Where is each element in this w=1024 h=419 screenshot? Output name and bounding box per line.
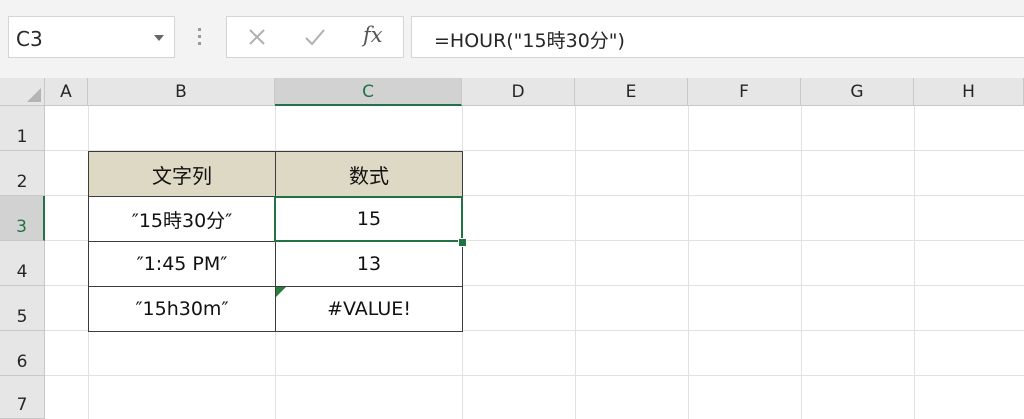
cell-c2[interactable]: 数式: [275, 151, 463, 197]
row-number: 4: [16, 262, 28, 282]
formula-toolbar: C3 fx =HOUR("15時30分"): [0, 0, 1024, 78]
row-header-2[interactable]: 2: [0, 151, 45, 196]
insert-function-button[interactable]: fx: [363, 23, 383, 47]
error-indicator-icon[interactable]: [276, 287, 286, 297]
drag-handle-icon[interactable]: [198, 28, 202, 50]
gridline: [801, 106, 802, 419]
formula-input[interactable]: =HOUR("15時30分"): [434, 26, 625, 53]
column-header-d[interactable]: D: [462, 78, 575, 106]
cell-c5[interactable]: #VALUE!: [275, 286, 463, 332]
name-box-value: C3: [16, 27, 43, 51]
gridline: [575, 106, 576, 419]
column-header-g[interactable]: G: [801, 78, 914, 106]
column-header-c[interactable]: C: [275, 78, 462, 106]
row-number: 3: [16, 217, 27, 237]
row-header-4[interactable]: 4: [0, 241, 45, 286]
row-header-6[interactable]: 6: [0, 331, 45, 376]
check-icon: [305, 29, 325, 46]
cell-c4[interactable]: 13: [275, 241, 463, 287]
gridline: [688, 106, 689, 419]
cancel-button[interactable]: [235, 17, 279, 57]
cell-b2[interactable]: 文字列: [88, 151, 276, 197]
column-header-b[interactable]: B: [88, 78, 275, 106]
row-number: 5: [16, 307, 28, 327]
row-header-5[interactable]: 5: [0, 286, 45, 331]
row-header-3[interactable]: 3: [0, 196, 45, 241]
row-number: 1: [16, 127, 28, 147]
fill-handle[interactable]: [458, 238, 467, 247]
row-header-7[interactable]: 7: [0, 376, 45, 419]
chevron-down-icon[interactable]: [154, 35, 164, 41]
gridline: [914, 106, 915, 419]
select-all-icon: [27, 88, 41, 102]
enter-button[interactable]: [293, 17, 337, 57]
close-icon: [249, 29, 265, 45]
row-header-1[interactable]: 1: [0, 106, 45, 151]
active-cell-border: [274, 196, 463, 242]
row-number: 7: [16, 395, 28, 415]
row-number: 6: [16, 352, 28, 372]
cell-b5[interactable]: ″15h30m″: [88, 286, 276, 332]
cell-b3[interactable]: ″15時30分″: [88, 196, 276, 242]
column-header-f[interactable]: F: [688, 78, 801, 106]
row-number: 2: [16, 172, 28, 192]
gridline: [45, 375, 1024, 376]
name-box[interactable]: C3: [8, 16, 175, 58]
formula-bar[interactable]: =HOUR("15時30分"): [411, 16, 1024, 58]
column-header-h[interactable]: H: [914, 78, 1024, 106]
column-header-a[interactable]: A: [45, 78, 88, 106]
formula-buttons: fx: [226, 16, 404, 58]
select-all-button[interactable]: [0, 78, 45, 106]
spreadsheet-grid: A B C D E F G H 1 2 3 4 5 6 7 文字列 数式 ″15…: [0, 78, 1024, 419]
column-header-e[interactable]: E: [575, 78, 688, 106]
cell-b4[interactable]: ″1:45 PM″: [88, 241, 276, 287]
